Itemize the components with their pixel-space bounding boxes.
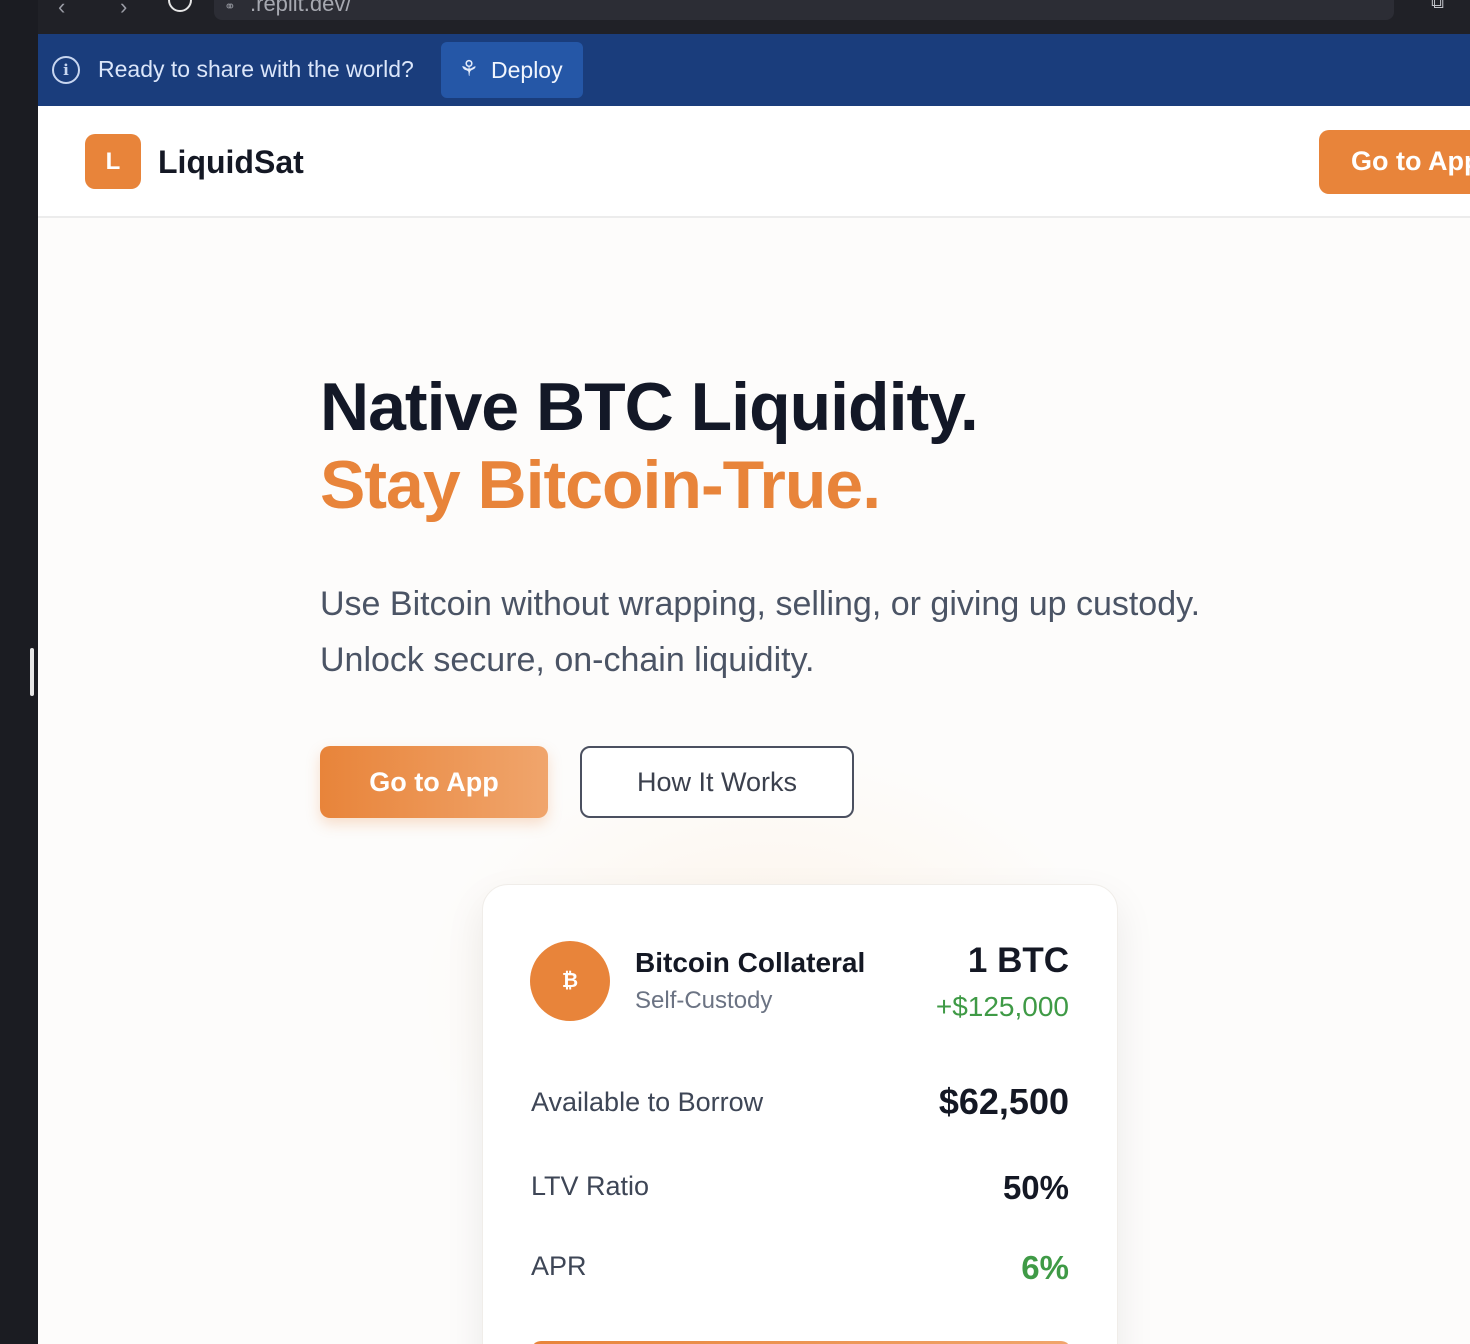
bitcoin-icon: ₿ [530,941,610,1021]
ltv-ratio-label: LTV Ratio [531,1171,650,1201]
collateral-subtitle: Self-Custody [635,987,773,1014]
address-bar[interactable]: ⚭ .replit.dev/ [214,0,1394,20]
resize-handle[interactable] [30,648,34,696]
url-text: .replit.dev/ [250,0,352,16]
header-go-to-app-button[interactable]: Go to App [1319,130,1470,194]
deploy-icon: ⚘ [459,56,479,81]
collateral-title: Bitcoin Collateral [635,947,866,978]
brand-name[interactable]: LiquidSat [158,144,304,181]
hero-title-line1: Native BTC Liquidity. [320,369,979,445]
hero-title-line2: Stay Bitcoin-True. [320,447,881,523]
btc-usd-value: +$125,000 [935,991,1069,1022]
back-icon[interactable]: ‹ [58,0,65,20]
split-view-icon[interactable]: ⧉ [1431,0,1444,13]
logo[interactable]: L [85,134,141,189]
apr-value: 6% [1021,1249,1069,1286]
available-to-borrow-label: Available to Borrow [531,1087,764,1117]
reload-icon[interactable] [168,0,192,12]
ltv-ratio-value: 50% [1002,1169,1069,1206]
site-info-icon[interactable]: ⚭ [224,0,236,15]
side-panel-strip [0,0,38,1344]
hero-subtitle-line2: Unlock secure, on-chain liquidity. [320,641,815,679]
how-it-works-button[interactable]: How It Works [580,746,854,818]
site-header: L LiquidSat Go to App [38,106,1470,218]
collateral-card: ₿ Bitcoin Collateral Self-Custody 1 BTC … [482,884,1118,1344]
deploy-button[interactable]: ⚘ Deploy [441,42,583,98]
hero-subtitle: Use Bitcoin without wrapping, selling, o… [320,576,1300,688]
deploy-banner: i Ready to share with the world? ⚘ Deplo… [38,34,1470,106]
banner-message: Ready to share with the world? [98,56,414,82]
landing-page: L LiquidSat Go to App Native BTC Liquidi… [38,106,1470,1344]
browser-toolbar: ‹ › ⚭ .replit.dev/ ⧉ [38,0,1470,34]
btc-amount: 1 BTC [967,941,1069,980]
go-to-app-button[interactable]: Go to App [320,746,548,818]
apr-label: APR [531,1251,587,1281]
info-icon: i [52,56,80,84]
forward-icon[interactable]: › [120,0,127,20]
available-to-borrow-value: $62,500 [938,1081,1069,1122]
hero-subtitle-line1: Use Bitcoin without wrapping, selling, o… [320,585,1201,623]
deploy-label: Deploy [491,57,563,83]
